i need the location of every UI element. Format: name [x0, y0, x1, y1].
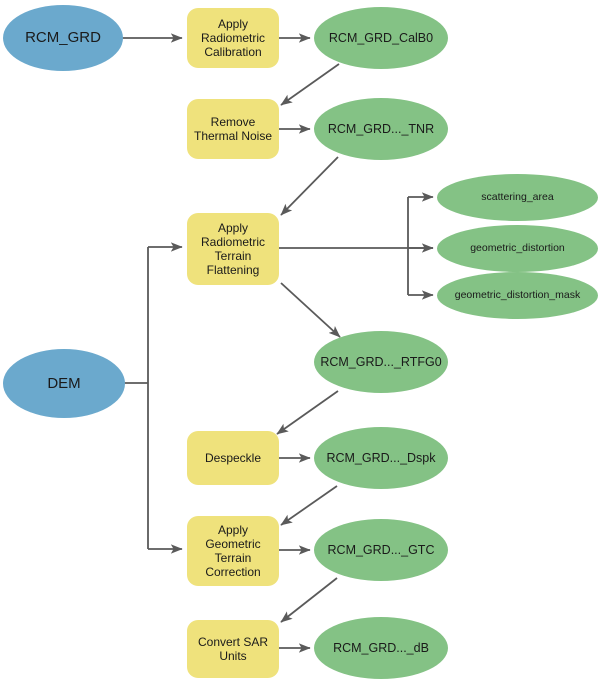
node-remove-thermal-noise-label: Remove Thermal Noise [193, 114, 273, 143]
node-rcm-grd-rtfg0-label: RCM_GRD..._RTFG0 [320, 354, 442, 369]
node-rcm-grd-gtc-label: RCM_GRD..._GTC [327, 542, 435, 557]
node-geometric-distortion-mask-label: geometric_distortion_mask [454, 289, 581, 302]
node-geometric-distortion-label: geometric_distortion [470, 242, 565, 255]
node-rcm-grd-gtc[interactable]: RCM_GRD..._GTC [314, 519, 448, 581]
edge-apply-rtf-to-rtfg0 [280, 282, 341, 338]
node-rcm-grd-tnr-label: RCM_GRD..._TNR [327, 121, 435, 136]
node-scattering-area-label: scattering_area [481, 191, 554, 204]
edge-rtfg0-to-despeckle [276, 390, 339, 435]
node-rcm-grd-label: RCM_GRD [25, 29, 101, 47]
node-dem[interactable]: DEM [3, 349, 125, 418]
edge-calb0-to-remove-thermal-noise [280, 63, 340, 106]
node-remove-thermal-noise[interactable]: Remove Thermal Noise [187, 99, 279, 159]
edge-gtc-to-convert-sar-units [280, 577, 338, 623]
node-apply-geometric-terrain-correction[interactable]: Apply Geometric Terrain Correction [187, 516, 279, 586]
node-rcm-grd[interactable]: RCM_GRD [3, 5, 123, 71]
node-apply-radiometric-terrain-flattening-label: Apply Radiometric Terrain Flattening [200, 220, 266, 278]
node-despeckle[interactable]: Despeckle [187, 431, 279, 485]
node-rcm-grd-tnr[interactable]: RCM_GRD..._TNR [314, 98, 448, 160]
edge-dspk-to-apply-gtc [280, 485, 338, 526]
node-convert-sar-units[interactable]: Convert SAR Units [187, 620, 279, 678]
edges-layer [122, 33, 434, 653]
node-despeckle-label: Despeckle [204, 450, 262, 465]
node-dem-label: DEM [47, 374, 81, 392]
node-apply-radiometric-terrain-flattening[interactable]: Apply Radiometric Terrain Flattening [187, 213, 279, 285]
node-apply-geometric-terrain-correction-label: Apply Geometric Terrain Correction [205, 522, 261, 580]
node-geometric-distortion[interactable]: geometric_distortion [437, 225, 598, 272]
node-geometric-distortion-mask[interactable]: geometric_distortion_mask [437, 272, 598, 319]
node-rcm-grd-db-label: RCM_GRD..._dB [333, 640, 429, 655]
edge-tnr-to-apply-rtf [280, 156, 339, 216]
node-rcm-grd-calb0-label: RCM_GRD_CalB0 [328, 30, 434, 45]
node-rcm-grd-calb0[interactable]: RCM_GRD_CalB0 [314, 7, 448, 69]
node-convert-sar-units-label: Convert SAR Units [197, 634, 269, 663]
node-apply-radiometric-calibration-label: Apply Radiometric Calibration [200, 16, 266, 60]
workflow-diagram: RCM_GRD DEM Apply Radiometric Calibratio… [0, 0, 600, 681]
node-scattering-area[interactable]: scattering_area [437, 174, 598, 221]
node-rcm-grd-db[interactable]: RCM_GRD..._dB [314, 617, 448, 679]
node-rcm-grd-dspk[interactable]: RCM_GRD..._Dspk [314, 427, 448, 489]
node-apply-radiometric-calibration[interactable]: Apply Radiometric Calibration [187, 8, 279, 68]
node-rcm-grd-rtfg0[interactable]: RCM_GRD..._RTFG0 [314, 331, 448, 393]
node-rcm-grd-dspk-label: RCM_GRD..._Dspk [326, 450, 436, 465]
